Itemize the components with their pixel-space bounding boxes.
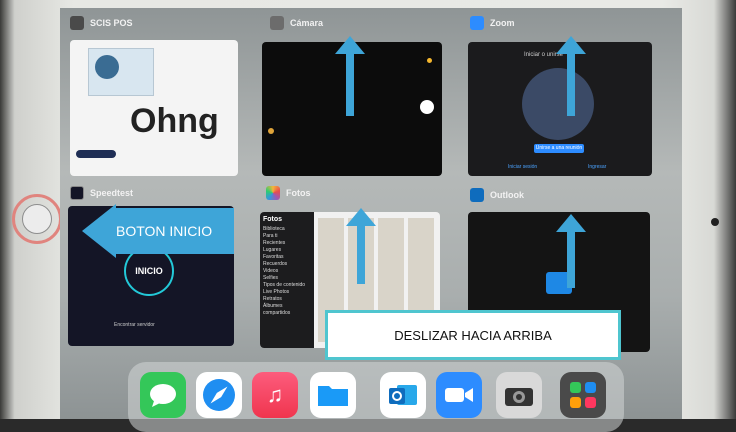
camera-indicator-icon [268, 128, 274, 134]
swipe-up-arrow-zoom [556, 36, 586, 116]
app-header-zoom: Zoom [470, 16, 515, 30]
app-library-icon[interactable] [560, 372, 606, 418]
zoom-join-button[interactable]: Unirse a una reunión [534, 144, 584, 153]
photos-sidebar-item: Tipos de contenido [263, 282, 306, 288]
outlook-app-icon [470, 188, 484, 202]
swipe-up-arrow-camera [335, 36, 365, 116]
card-scis[interactable]: Ohng [70, 40, 238, 176]
zoom-icon[interactable] [436, 372, 482, 418]
photos-sidebar-item[interactable]: Recuerdos [263, 261, 311, 268]
swipe-callout: DESLIZAR HACIA ARRIBA [325, 310, 621, 360]
scis-logo-text: Ohng [130, 102, 219, 140]
scis-window [88, 48, 154, 96]
scis-stripe [76, 150, 116, 158]
app-header-outlook: Outlook [470, 188, 524, 202]
speedtest-footer: Encontrar servidor [114, 322, 155, 328]
photos-sidebar-item[interactable]: Favoritas [263, 254, 311, 261]
scis-app-icon [70, 16, 84, 30]
files-icon[interactable] [310, 372, 356, 418]
photos-sidebar-item[interactable]: Para ti [263, 233, 311, 240]
music-icon[interactable]: ♫ [252, 372, 298, 418]
swipe-up-arrow-photos [346, 208, 376, 284]
zoom-title: Zoom [490, 18, 515, 28]
speedtest-title: Speedtest [90, 188, 134, 198]
home-callout-label: BOTON INICIO [114, 208, 234, 254]
zoom-signup-link[interactable]: Ingresar [588, 164, 606, 170]
app-header-camera: Cámara [270, 16, 323, 30]
shutter-button-icon [420, 100, 434, 114]
photos-app-icon [266, 186, 280, 200]
photos-sidebar-item[interactable]: Selfies [263, 275, 311, 282]
home-arrow-head [82, 204, 116, 258]
camera-icon[interactable] [496, 372, 542, 418]
photos-sidebar: Fotos Biblioteca Para ti Recientes Lugar… [260, 212, 314, 348]
safari-icon[interactable] [196, 372, 242, 418]
photos-sidebar-item: Álbumes compartidos [263, 303, 291, 316]
front-camera-dot [711, 218, 719, 226]
app-header-scis: SCIS POS [70, 16, 133, 30]
photos-sidebar-item[interactable]: Live Photos [263, 289, 311, 296]
app-header-photos: Fotos [266, 186, 311, 200]
outlook-icon[interactable] [380, 372, 426, 418]
camera-app-icon [270, 16, 284, 30]
speedtest-app-icon [70, 186, 84, 200]
photos-title: Fotos [286, 188, 311, 198]
photos-sidebar-item[interactable]: Retratos [263, 296, 311, 303]
photos-sidebar-item[interactable]: Recientes [263, 240, 311, 247]
outlook-title: Outlook [490, 190, 524, 200]
camera-title: Cámara [290, 18, 324, 28]
zoom-app-icon [470, 16, 484, 30]
swipe-up-arrow-outlook [556, 214, 586, 288]
scis-title: SCIS POS [90, 18, 133, 28]
app-header-speedtest: Speedtest [70, 186, 133, 200]
flash-icon [427, 58, 432, 63]
home-button[interactable] [22, 204, 52, 234]
photos-sidebar-item[interactable]: Biblioteca [263, 226, 311, 233]
scis-logo-icon [95, 55, 119, 79]
photos-sidebar-title: Fotos [263, 216, 283, 223]
messages-icon[interactable] [140, 372, 186, 418]
photos-sidebar-item[interactable]: Videos [263, 268, 311, 275]
photos-sidebar-item[interactable]: Lugares [263, 247, 311, 254]
zoom-signin-link[interactable]: Iniciar sesión [508, 164, 537, 170]
